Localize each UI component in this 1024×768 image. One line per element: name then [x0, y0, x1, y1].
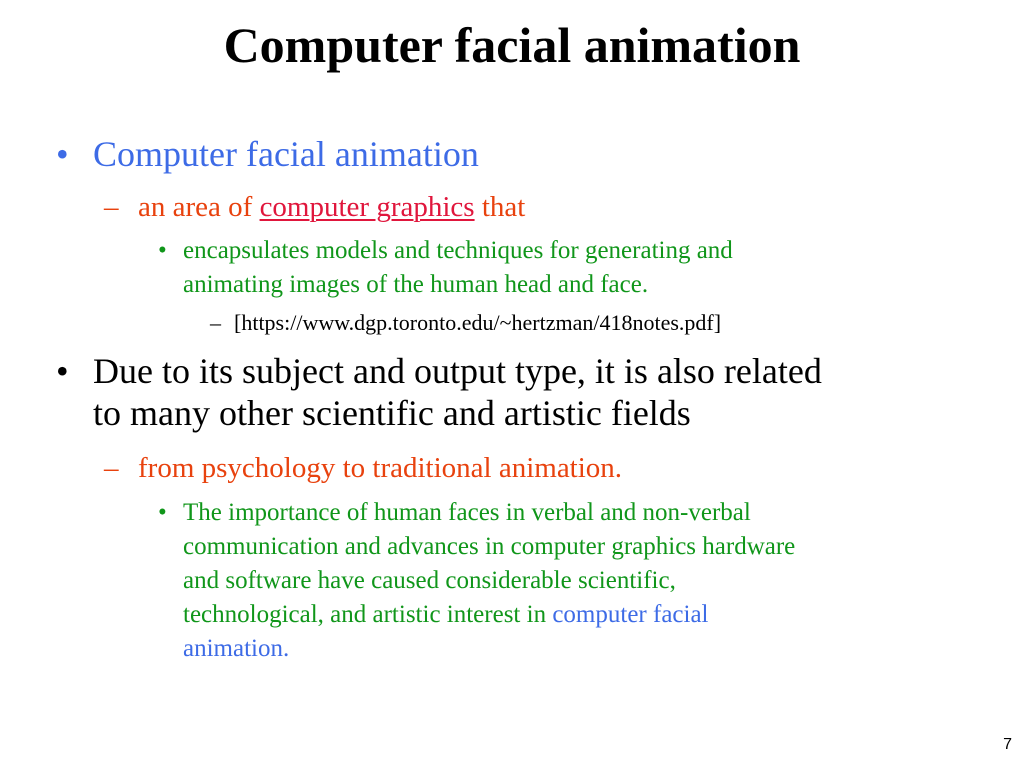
sub-bullet-1: – an area of computer graphics that	[104, 190, 525, 224]
bullet-1: • Computer facial animation	[56, 133, 479, 175]
bullet-marker: •	[56, 134, 69, 174]
bullet-line: technological, and artistic interest in	[183, 601, 553, 628]
bullet-text: Computer facial animation	[93, 134, 479, 174]
bullet-line: and software have caused considerable sc…	[183, 567, 676, 594]
sub-sub-bullet-1: • encapsulates models and techniques for…	[158, 234, 733, 298]
bullet-line: Due to its subject and output type, it i…	[93, 351, 822, 391]
page-number: 7	[1003, 736, 1012, 753]
sub-bullet-2: – from psychology to traditional animati…	[104, 451, 622, 485]
computer-graphics-link[interactable]: computer graphics	[260, 191, 475, 223]
highlight-text: computer facial	[552, 601, 709, 628]
bullet-marker: •	[56, 351, 69, 391]
bullet-line: encapsulates models and techniques for g…	[183, 237, 733, 264]
bullet-marker: •	[158, 499, 167, 526]
reference-text: [https://www.dgp.toronto.edu/~hertzman/4…	[234, 310, 722, 335]
bullet-line: animating images of the human head and f…	[183, 271, 649, 298]
bullet-line: to many other scientific and artistic fi…	[93, 393, 691, 433]
sub-bullet-text-end: that	[474, 191, 526, 223]
sub-sub-bullet-2: • The importance of human faces in verba…	[158, 496, 795, 662]
bullet-line: communication and advances in computer g…	[183, 533, 796, 560]
highlight-text: animation	[183, 635, 283, 662]
reference-bullet: – [https://www.dgp.toronto.edu/~hertzman…	[210, 308, 721, 338]
slide-title: Computer facial animation	[223, 17, 801, 73]
bullet-marker: •	[158, 237, 167, 264]
dash-marker: –	[210, 310, 221, 335]
dash-marker: –	[104, 191, 119, 223]
bullet-line: The importance of human faces in verbal …	[183, 499, 751, 526]
dash-marker: –	[104, 452, 119, 484]
sub-bullet-text: an area of	[138, 191, 260, 223]
period: .	[282, 635, 290, 662]
sub-bullet-text: from psychology to traditional animation…	[138, 452, 623, 484]
bullet-2: • Due to its subject and output type, it…	[56, 350, 822, 433]
